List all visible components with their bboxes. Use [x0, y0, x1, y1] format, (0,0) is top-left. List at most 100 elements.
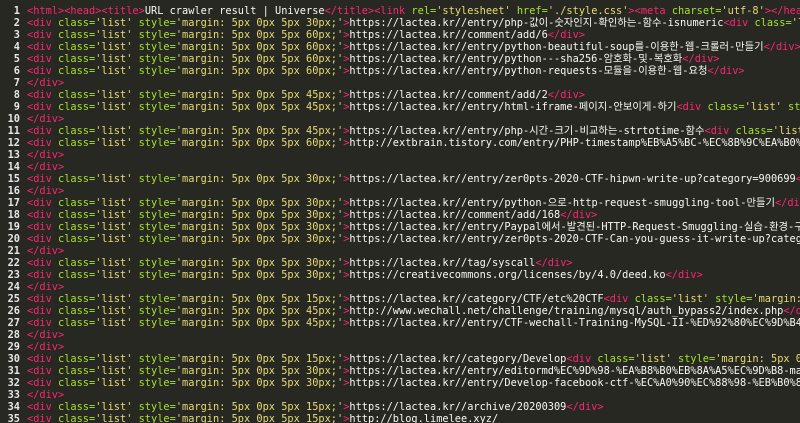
code-line[interactable]: </div> — [27, 149, 800, 161]
string-token: 'list' — [95, 221, 133, 233]
string-token: 'list' — [95, 317, 133, 329]
string-token: 'margin: 5px 0px 5px 15px;' — [175, 293, 344, 305]
attribute-token: style= — [132, 137, 176, 149]
string-token: 'list' — [95, 125, 133, 137]
html-tag-token: </div> — [27, 341, 65, 353]
code-line[interactable]: </div> — [27, 185, 800, 197]
code-line[interactable]: <div class='list' style='margin: 5px 0px… — [27, 413, 800, 423]
code-line[interactable]: <html><head><title>URL crawler result | … — [27, 5, 800, 17]
text-token: https://lactea.kr//tag/syscall — [349, 257, 536, 269]
attribute-token: class= — [58, 41, 96, 53]
code-line[interactable]: <div class='list' style='margin: 5px 0px… — [27, 173, 800, 185]
string-token: 'list' — [95, 209, 133, 221]
string-token: 'margin: 5px 0px 5px 45px;' — [175, 317, 344, 329]
attribute-token: style= — [132, 257, 176, 269]
attribute-token: style= — [788, 101, 800, 113]
html-tag-token: <div — [723, 17, 755, 29]
html-tag-token: <div — [27, 125, 58, 137]
attribute-token: class= — [58, 257, 96, 269]
text-token: http://www.wechall.net/challenge/trainin… — [349, 305, 784, 317]
code-line[interactable]: </div> — [27, 161, 800, 173]
attribute-token: class= — [58, 365, 96, 377]
code-editor[interactable]: 1 2 3 4 5 6 7 8 9 10 11 12 13 14 15 16 17 18 19 20 21 22 23 24 2… — [0, 0, 800, 423]
string-token: 'list' — [95, 137, 133, 149]
string-token: 'margin: 5px 0px 5px 30px;' — [175, 197, 344, 209]
code-line[interactable]: <div class='list' style='margin: 5px 0px… — [27, 89, 800, 101]
attribute-token: class= — [58, 125, 96, 137]
code-line[interactable]: <div class='list' style='margin: 5px 0px… — [27, 209, 800, 221]
code-line[interactable]: </div> — [27, 329, 800, 341]
attribute-token: class= — [58, 197, 96, 209]
html-tag-token: <title> — [101, 5, 145, 17]
code-line[interactable]: <div class='list' style='margin: 5px 0px… — [27, 365, 800, 377]
code-line[interactable]: <div class='list' style='margin: 5px 0px… — [27, 293, 800, 305]
code-line[interactable]: <div class='list' style='margin: 5px 0px… — [27, 353, 800, 365]
code-line[interactable]: <div class='list' style='margin: 5px 0px… — [27, 305, 800, 317]
html-tag-token: <div — [27, 401, 58, 413]
html-tag-token: <div — [27, 377, 58, 389]
attribute-token: style= — [132, 197, 176, 209]
code-area[interactable]: <html><head><title>URL crawler result | … — [24, 5, 800, 423]
text-token: https://lactea.kr//entry/python-beautifu… — [349, 41, 764, 53]
code-line[interactable]: <div class='list' style='margin: 5px 0px… — [27, 65, 800, 77]
string-token: 'list' — [95, 41, 133, 53]
html-tag-token: <div — [27, 89, 58, 101]
string-token: 'list' — [95, 197, 133, 209]
html-tag-token: <div — [27, 209, 58, 221]
code-line[interactable]: <div class='list' style='margin: 5px 0px… — [27, 197, 800, 209]
code-line[interactable]: <div class='list' style='margin: 5px 0px… — [27, 53, 800, 65]
line-number: 7 — [13, 77, 20, 89]
line-number: 5 — [13, 53, 20, 65]
text-token: http://blog.limelee.xyz/ — [349, 413, 499, 423]
code-line[interactable]: <div class='list' style='margin: 5px 0px… — [27, 401, 800, 413]
html-tag-token: </title> — [324, 5, 375, 17]
string-token: 'margin: 5px 0px 5px 30px;' — [175, 233, 344, 245]
attribute-token: style= — [132, 377, 176, 389]
code-line[interactable]: <div class='list' style='margin: 5px 0px… — [27, 257, 800, 269]
code-line[interactable]: <div class='list' style='margin: 5px 0px… — [27, 233, 800, 245]
code-line[interactable]: <div class='list' style='margin: 5px 0px… — [27, 41, 800, 53]
string-token: 'list' — [95, 413, 133, 423]
attribute-token: style= — [132, 221, 176, 233]
string-token: 'margin: 5px 0px 5px 30px;' — [175, 209, 344, 221]
text-token: https://lactea.kr//entry/html-iframe-페이지… — [349, 101, 677, 113]
attribute-token: style= — [132, 317, 176, 329]
text-token: https://lactea.kr//entry/php-시간-크기-비교하는-… — [349, 125, 705, 137]
html-tag-token: <html> — [27, 5, 65, 17]
code-line[interactable]: <div class='list' style='margin: 5px 0px… — [27, 137, 800, 149]
line-number: 23 — [7, 269, 20, 281]
attribute-token: style= — [132, 17, 176, 29]
html-tag-token: <div — [603, 293, 635, 305]
code-line[interactable]: </div> — [27, 389, 800, 401]
code-line[interactable]: <div class='list' style='margin: 5px 0px… — [27, 125, 800, 137]
code-line[interactable]: </div> — [27, 281, 800, 293]
attribute-token: class= — [707, 101, 745, 113]
code-line[interactable]: <div class='list' style='margin: 5px 0px… — [27, 101, 800, 113]
attribute-token: style= — [132, 101, 176, 113]
text-token: http://extbrain.tistory.com/entry/PHP-ti… — [349, 137, 800, 149]
string-token: 'margin: 5px 0px 5px 15px;' — [175, 353, 344, 365]
string-token: 'list' — [95, 101, 133, 113]
attribute-token: style= — [132, 29, 176, 41]
string-token: 'list' — [634, 353, 672, 365]
code-line[interactable]: <div class='list' style='margin: 5px 0px… — [27, 29, 800, 41]
line-number: 21 — [7, 245, 20, 257]
code-line[interactable]: <div class='list' style='margin: 5px 0px… — [27, 17, 800, 29]
code-line[interactable]: </div> — [27, 113, 800, 125]
code-line[interactable]: <div class='list' style='margin: 5px 0px… — [27, 377, 800, 389]
code-line[interactable]: <div class='list' style='margin: 5px 0px… — [27, 269, 800, 281]
text-token: https://lactea.kr//entry/Develop-faceboo… — [349, 377, 800, 389]
html-tag-token: <div — [27, 221, 58, 233]
attribute-token: style= — [132, 401, 176, 413]
code-line[interactable]: </div> — [27, 77, 800, 89]
code-line[interactable]: <div class='list' style='margin: 5px 0px… — [27, 221, 800, 233]
code-line[interactable]: </div> — [27, 341, 800, 353]
line-number: 33 — [7, 389, 20, 401]
text-token: https://lactea.kr//entry/zer0pts-2020-CT… — [349, 173, 796, 185]
line-number: 25 — [7, 293, 20, 305]
html-tag-token: <div — [27, 317, 58, 329]
line-number: 9 — [13, 101, 20, 113]
code-line[interactable]: </div> — [27, 245, 800, 257]
html-tag-token: </div> — [665, 269, 703, 281]
code-line[interactable]: <div class='list' style='margin: 5px 0px… — [27, 317, 800, 329]
